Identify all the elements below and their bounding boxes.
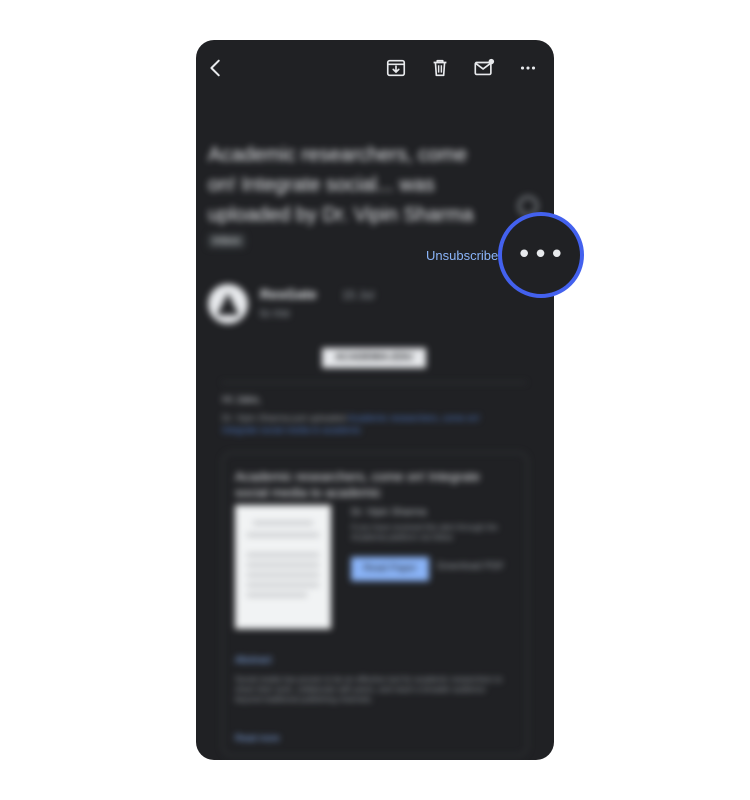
back-arrow-icon[interactable] (204, 56, 228, 80)
abstract-text: Social media has proven to be an effecti… (235, 675, 503, 704)
read-more-link[interactable]: Read more (235, 733, 280, 743)
trash-icon[interactable] (428, 56, 452, 80)
abstract-label: Abstract (235, 655, 272, 666)
more-options-button[interactable]: ••• (498, 212, 584, 298)
notice-text: Dr. Vipin Sharma just uploaded (222, 413, 346, 423)
more-horizontal-icon[interactable] (516, 56, 540, 80)
email-subject: Academic researchers, come on! Integrate… (208, 144, 474, 226)
divider (222, 382, 526, 383)
mark-unread-icon[interactable] (472, 56, 496, 80)
greeting: Hi Jake, (222, 394, 262, 406)
email-time: 15 Jul (342, 288, 375, 302)
email-toolbar (196, 40, 554, 98)
avatar[interactable] (208, 284, 248, 324)
brand-banner: ACADEMIA.EDU (322, 348, 426, 368)
thumb-line (253, 521, 313, 525)
inbox-label[interactable]: Inbox (208, 234, 245, 248)
phone-screen: Academic researchers, come on! Integrate… (196, 40, 554, 760)
sender-logo-icon (217, 293, 239, 315)
paper-thumbnail[interactable] (235, 505, 331, 629)
thumb-line (247, 593, 307, 597)
thumb-line (247, 533, 319, 537)
paper-author[interactable]: Dr. Vipin Sharma (351, 507, 426, 518)
thumb-line (247, 553, 319, 557)
sender-name: ResGate (260, 286, 317, 302)
paper-card[interactable]: Academic researchers, come on! Integrate… (222, 452, 528, 756)
email-content: Academic researchers, come on! Integrate… (196, 98, 554, 760)
thumb-line (247, 583, 319, 587)
archive-icon[interactable] (384, 56, 408, 80)
more-options-icon: ••• (516, 240, 566, 270)
thumb-line (247, 573, 319, 577)
thumb-line (247, 563, 319, 567)
recipient-details[interactable]: to me (260, 306, 290, 320)
read-paper-button[interactable]: Read Paper (351, 557, 429, 581)
paper-description: If you have received this alert through … (351, 523, 498, 542)
unsubscribe-button[interactable]: Unsubscribe (426, 248, 498, 263)
download-pdf-button[interactable]: Download PDF (437, 561, 504, 572)
paper-title[interactable]: Academic researchers, come on! Integrate… (235, 469, 511, 501)
upload-notice: Dr. Vipin Sharma just uploaded Academic … (222, 412, 512, 436)
